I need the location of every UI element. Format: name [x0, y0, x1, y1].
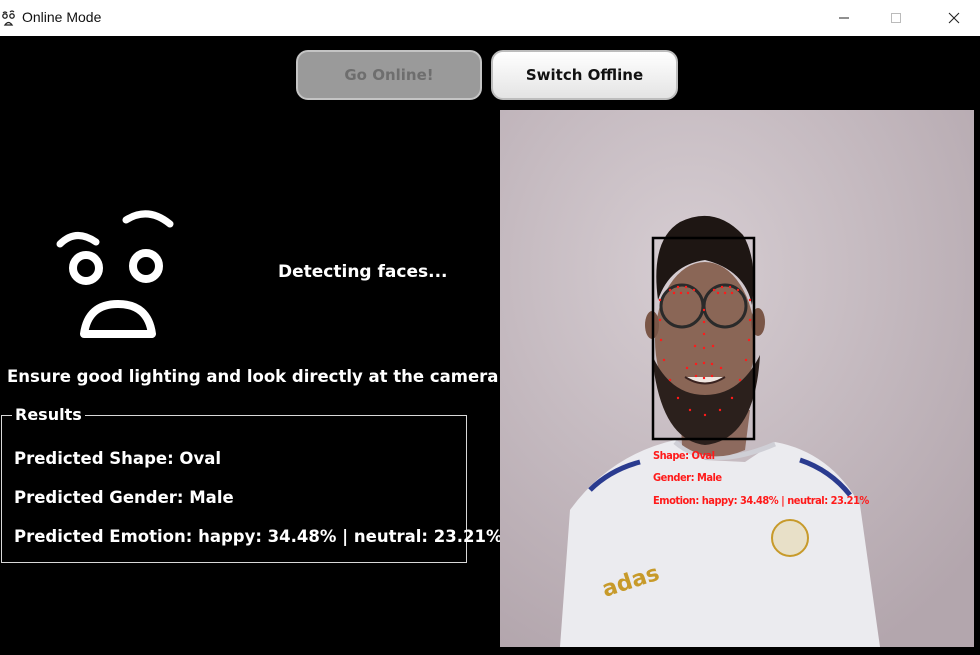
window-title: Online Mode	[22, 9, 102, 25]
switch-offline-button[interactable]: Switch Offline	[491, 50, 678, 100]
minimize-button[interactable]	[818, 0, 870, 36]
title-bar: Online Mode	[0, 0, 980, 36]
maximize-button[interactable]	[870, 0, 922, 36]
surprised-face-icon	[56, 210, 174, 338]
minimize-icon	[839, 17, 849, 19]
overlay-gender: Gender: Male	[653, 471, 722, 484]
predicted-emotion: Predicted Emotion: happy: 34.48% | neutr…	[14, 527, 503, 546]
camera-feed: adas Shape: Oval Gender: Male Emotion: h…	[500, 110, 974, 647]
close-icon	[948, 12, 960, 24]
predicted-shape: Predicted Shape: Oval	[14, 449, 221, 468]
face-icon	[2, 10, 15, 26]
status-message: Detecting faces...	[278, 262, 448, 282]
results-panel: Results Predicted Shape: Oval Predicted …	[1, 405, 502, 563]
overlay-emotion: Emotion: happy: 34.48% | neutral: 23.21%	[653, 494, 869, 507]
go-online-button[interactable]: Go Online!	[296, 50, 482, 100]
camera-image: adas	[500, 110, 974, 647]
predicted-gender: Predicted Gender: Male	[14, 488, 234, 507]
maximize-icon	[891, 13, 901, 23]
overlay-shape: Shape: Oval	[653, 449, 715, 462]
results-title: Results	[12, 405, 85, 425]
close-button[interactable]	[928, 0, 980, 36]
lighting-hint: Ensure good lighting and look directly a…	[7, 367, 505, 386]
